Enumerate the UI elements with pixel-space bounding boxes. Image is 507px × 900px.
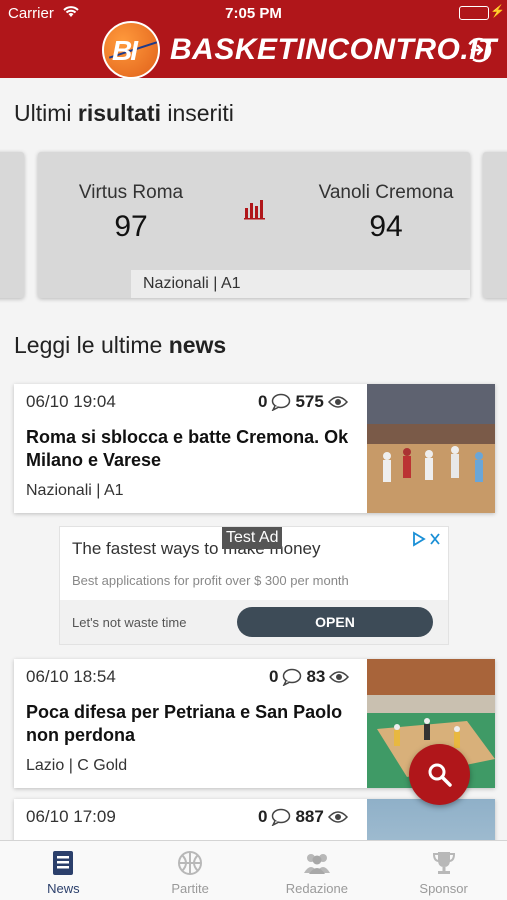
tab-news[interactable]: News [0,841,127,900]
news-card[interactable]: 06/10 19:04 0 575 Roma si sblocca e batt… [14,384,495,513]
test-ad-badge: Test Ad [222,527,283,549]
news-headline: Poca difesa per Petriana e San Paolo non… [26,702,343,745]
home-team-score: 97 [114,210,148,243]
ad-banner[interactable]: The fastest ways to make money Test Ad B… [59,526,449,645]
search-button[interactable] [409,744,470,805]
news-counts: 0 575 [258,392,348,412]
team-icon [303,854,330,874]
eye-icon [329,671,350,683]
home-team: Virtus Roma 97 [41,182,221,244]
news-date: 06/10 19:04 [26,392,116,411]
tab-label: Redazione [285,881,348,896]
news-category: Lazio | C Gold [26,757,128,774]
ad-open-button[interactable]: OPEN [237,607,433,637]
home-team-name: Virtus Roma [78,182,184,203]
news-date: 06/10 18:54 [26,667,116,686]
news-section-title: Leggi le ultime news [14,332,227,358]
news-counts: 0 887 [258,807,348,827]
comment-count: 0 [269,667,279,686]
tab-label: Sponsor [419,881,468,896]
tab-redazione[interactable]: Redazione [254,841,381,900]
app-logo[interactable]: BI BASKETINCONTRO.IT [102,21,497,79]
news-date: 06/10 17:09 [26,807,116,826]
comment-icon [272,808,291,826]
comment-count: 0 [258,807,268,826]
ad-note: Let's not waste time [72,615,187,630]
eye-icon [327,396,348,408]
logo-text: BASKETINCONTRO.IT [170,33,497,66]
tab-bar: News Partite Redazione Sponsor [0,840,507,900]
ad-footer: Let's not waste time OPEN [60,600,448,644]
result-card-next[interactable] [483,152,507,298]
comment-icon [283,668,302,686]
app-header: Carrier 7:05 PM ⚡ BI BASKETINCONTRO.IT [0,0,507,79]
result-card-previous[interactable] [0,152,24,298]
results-section-title: Ultimi risultati inseriti [14,100,234,126]
news-icon [53,851,74,875]
basketball-logo-icon: BI [102,21,160,79]
view-count: 83 [306,667,326,686]
comment-icon [272,393,291,411]
ad-subtitle: Best applications for profit over $ 300 … [72,573,349,588]
tab-label: News [47,881,80,896]
news-headline: Roma si sblocca e batte Cremona. Ok Mila… [26,427,349,470]
clock: 7:05 PM [225,5,282,22]
away-team-name: Vanoli Cremona [318,182,454,203]
away-team-score: 94 [369,210,403,243]
news-category: Nazionali | A1 [26,482,124,499]
view-count: 575 [295,392,324,411]
comment-count: 0 [258,392,268,411]
away-team: Vanoli Cremona 94 [296,182,476,244]
tab-label: Partite [171,881,209,896]
result-league: Nazionali | A1 [131,270,470,298]
basketball-icon [178,851,203,875]
view-count: 887 [295,807,324,826]
news-thumbnail [367,384,495,513]
news-counts: 0 83 [269,667,350,687]
trophy-icon [432,852,455,874]
ad-title: The fastest ways to make money [72,539,321,558]
tab-partite[interactable]: Partite [127,841,254,900]
search-icon [428,763,452,787]
ad-choices-icon[interactable] [412,531,442,547]
result-card[interactable]: Virtus Roma 97 Vanoli Cremona 94 Naziona… [38,152,470,298]
tab-sponsor[interactable]: Sponsor [380,841,507,900]
charging-icon: ⚡ [490,4,505,18]
stats-icon[interactable] [244,198,266,220]
battery-icon [459,6,489,20]
eye-icon [327,811,348,823]
logout-icon[interactable] [465,36,493,64]
